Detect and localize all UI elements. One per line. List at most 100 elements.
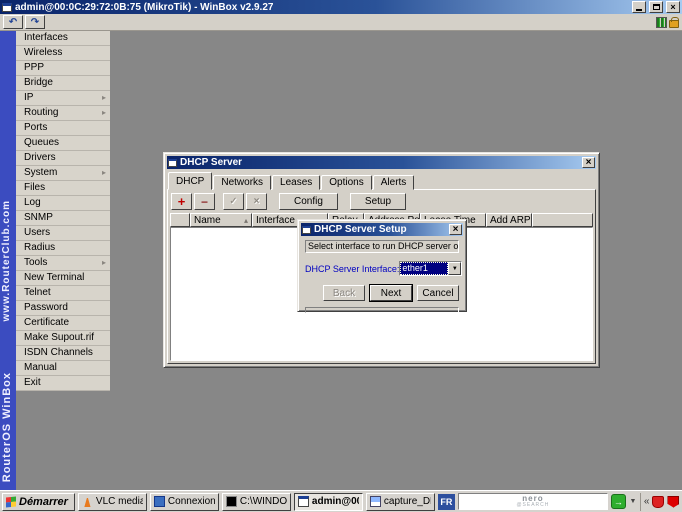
banner-site-text: www.RouterClub.com xyxy=(1,200,12,322)
dhcp-setup-dialog: DHCP Server Setup × Select interface to … xyxy=(297,219,467,313)
chevron-right-icon: ▸ xyxy=(101,258,106,267)
combobox-dropdown-button[interactable]: ▼ xyxy=(448,262,462,275)
sidebar-item-snmp[interactable]: SNMP xyxy=(16,211,110,226)
sidebar-item-interfaces[interactable]: Interfaces xyxy=(16,31,110,46)
sidebar-item-wireless[interactable]: Wireless xyxy=(16,46,110,61)
setup-dialog-titlebar[interactable]: DHCP Server Setup × xyxy=(301,223,463,236)
arrow-right-icon: → xyxy=(613,496,623,507)
toolbar-gap xyxy=(340,193,348,210)
sidebar-item-manual[interactable]: Manual xyxy=(16,361,110,376)
sidebar-item-system[interactable]: System ▸ xyxy=(16,166,110,181)
dhcp-window-icon xyxy=(168,158,177,167)
dhcp-close-button[interactable]: × xyxy=(582,157,595,168)
network-connections-icon xyxy=(153,496,165,507)
toolbar-gap xyxy=(269,193,277,210)
sidebar-item-files[interactable]: Files xyxy=(16,181,110,196)
restore-button[interactable] xyxy=(649,1,663,13)
setup-dialog-buttons: Back Next Cancel xyxy=(305,285,459,301)
column-filler xyxy=(532,213,593,227)
sidebar-item-certificate[interactable]: Certificate xyxy=(16,316,110,331)
sidebar-item-ppp[interactable]: PPP xyxy=(16,61,110,76)
minimize-icon xyxy=(636,9,642,11)
start-button-label: Démarrer xyxy=(19,495,68,508)
tray-overflow-button[interactable]: « xyxy=(644,496,650,507)
sidebar-item-tools[interactable]: Tools ▸ xyxy=(16,256,110,271)
winbox-main-window: admin@00:0C:29:72:0B:75 (MikroTik) - Win… xyxy=(0,0,682,512)
security-shield-icon[interactable] xyxy=(652,495,665,508)
taskbar-item-capture[interactable]: capture_DHC... xyxy=(365,492,435,511)
sidebar-item-bridge[interactable]: Bridge xyxy=(16,76,110,91)
sidebar-item-exit[interactable]: Exit xyxy=(16,376,110,391)
setup-button[interactable]: Setup xyxy=(349,193,407,210)
sidebar-item-drivers[interactable]: Drivers xyxy=(16,151,110,166)
nero-search-input[interactable]: nero @SEARCH xyxy=(457,493,608,510)
taskbar-item-network-connections[interactable]: Connexions r... xyxy=(149,492,219,511)
sidebar-item-queues[interactable]: Queues xyxy=(16,136,110,151)
sidebar-item-radius[interactable]: Radius xyxy=(16,241,110,256)
vlc-cone-icon xyxy=(84,496,91,507)
interface-combobox[interactable]: ether1 ▼ xyxy=(399,261,463,276)
undo-button[interactable]: ↶ xyxy=(3,15,23,29)
banner-product-text: RouterOS WinBox xyxy=(1,371,13,482)
tab-leases[interactable]: Leases xyxy=(272,175,321,190)
taskbar-item-command-prompt[interactable]: C:\WINDOW... xyxy=(221,492,291,511)
start-button[interactable]: Démarrer xyxy=(2,492,75,511)
antivirus-icon[interactable] xyxy=(667,495,680,508)
search-go-button[interactable]: → xyxy=(610,494,626,509)
setup-dialog-title: DHCP Server Setup xyxy=(314,224,407,235)
sort-ascending-icon: ▴ xyxy=(243,215,248,225)
dhcp-window-titlebar[interactable]: DHCP Server × xyxy=(167,156,596,169)
sidebar-item-users[interactable]: Users xyxy=(16,226,110,241)
column-flags[interactable] xyxy=(170,213,190,227)
back-button[interactable]: Back xyxy=(323,285,365,301)
column-add-arp[interactable]: Add ARP xyxy=(486,213,532,227)
next-button[interactable]: Next xyxy=(370,285,412,301)
enable-button[interactable]: ✓ xyxy=(223,193,244,210)
taskbar-item-vlc[interactable]: VLC media pl... xyxy=(77,492,147,511)
tab-dhcp[interactable]: DHCP xyxy=(168,172,213,190)
language-indicator[interactable]: FR xyxy=(437,493,455,510)
close-button[interactable]: × xyxy=(666,1,680,13)
windows-taskbar: Démarrer VLC media pl... Connexions r...… xyxy=(0,490,682,512)
image-file-icon xyxy=(369,496,381,507)
interface-field-label: DHCP Server Interface: xyxy=(305,263,400,274)
main-window-title: admin@00:0C:29:72:0B:75 (MikroTik) - Win… xyxy=(15,1,274,13)
sidebar-item-password[interactable]: Password xyxy=(16,301,110,316)
setup-close-button[interactable]: × xyxy=(449,224,462,235)
system-tray: « 18:06 xyxy=(639,492,682,511)
main-titlebar: admin@00:0C:29:72:0B:75 (MikroTik) - Win… xyxy=(0,0,682,14)
tab-options[interactable]: Options xyxy=(321,175,372,190)
tab-alerts[interactable]: Alerts xyxy=(372,175,415,190)
app-window-icon xyxy=(2,2,12,12)
cancel-button[interactable]: Cancel xyxy=(417,285,459,301)
undo-icon: ↶ xyxy=(8,16,18,28)
minus-icon: − xyxy=(200,194,208,209)
chevron-right-icon: ▸ xyxy=(101,93,106,102)
add-button[interactable]: + xyxy=(171,193,192,210)
config-button[interactable]: Config xyxy=(279,193,338,210)
sidebar-item-make-supout[interactable]: Make Supout.rif xyxy=(16,331,110,346)
sidebar-item-ports[interactable]: Ports xyxy=(16,121,110,136)
windows-logo-icon xyxy=(6,495,16,508)
deskband-menu-button[interactable]: ▼ xyxy=(629,498,637,505)
sidebar-item-isdn-channels[interactable]: ISDN Channels xyxy=(16,346,110,361)
cross-icon: × xyxy=(253,195,260,207)
setup-dialog-icon xyxy=(302,225,311,234)
restore-icon xyxy=(652,4,660,10)
main-toolbar: ↶ ↷ xyxy=(0,14,682,31)
close-icon: × xyxy=(585,156,592,168)
sidebar-item-new-terminal[interactable]: New Terminal xyxy=(16,271,110,286)
command-prompt-icon xyxy=(225,496,237,507)
taskbar-item-winbox[interactable]: admin@00:... xyxy=(293,492,363,511)
sidebar-item-log[interactable]: Log xyxy=(16,196,110,211)
disable-button[interactable]: × xyxy=(246,193,267,210)
sidebar-item-telnet[interactable]: Telnet xyxy=(16,286,110,301)
minimize-button[interactable] xyxy=(632,1,646,13)
redo-icon: ↷ xyxy=(30,16,40,28)
column-name[interactable]: Name ▴ xyxy=(190,213,252,227)
redo-button[interactable]: ↷ xyxy=(25,15,45,29)
remove-button[interactable]: − xyxy=(194,193,215,210)
tab-networks[interactable]: Networks xyxy=(213,175,272,190)
sidebar-item-routing[interactable]: Routing ▸ xyxy=(16,106,110,121)
sidebar-item-ip[interactable]: IP ▸ xyxy=(16,91,110,106)
